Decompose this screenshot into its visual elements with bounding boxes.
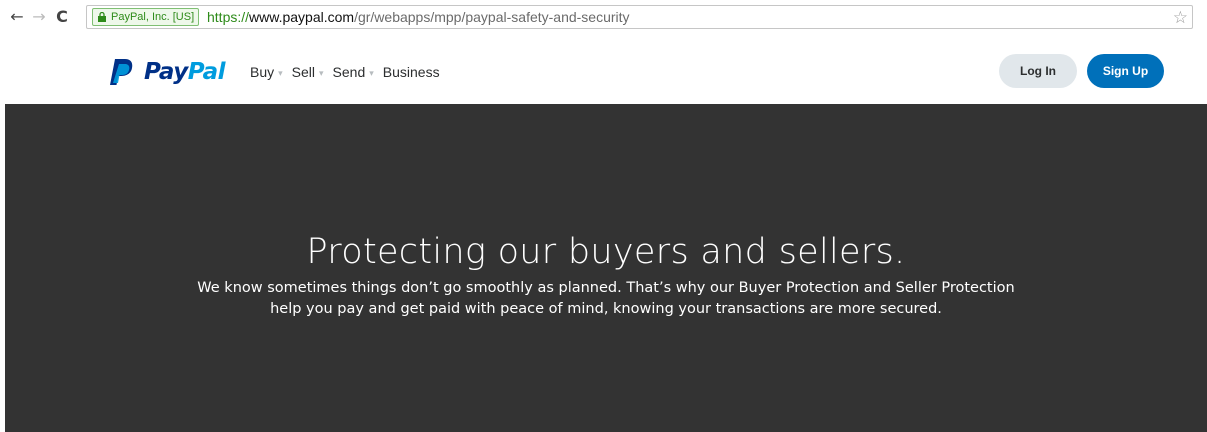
url-scheme: https:// [207,9,250,25]
ev-certificate-label: PayPal, Inc. [US] [111,11,195,23]
lock-icon [98,12,106,22]
login-button[interactable]: Log In [999,54,1077,88]
reload-icon[interactable]: C [53,7,71,27]
paypal-wordmark: PayPal [144,59,226,85]
main-nav: Buy ▾ Sell ▾ Send ▾ Business [250,64,440,80]
signup-button[interactable]: Sign Up [1087,54,1164,88]
hero-description: We know sometimes things don’t go smooth… [5,278,1207,320]
nav-item-buy[interactable]: Buy ▾ [250,64,286,80]
browser-toolbar: ← → C PayPal, Inc. [US] https://www.payp… [0,0,1207,36]
forward-arrow-icon[interactable]: → [30,7,48,27]
hero-title: Protecting our buyers and sellers. [306,232,906,272]
nav-item-label: Business [382,64,440,80]
url-path: /gr/webapps/mpp/paypal-safety-and-securi… [354,9,630,25]
address-bar[interactable]: PayPal, Inc. [US] https://www.paypal.com… [86,5,1193,29]
back-arrow-icon[interactable]: ← [8,7,26,27]
logo-pal-text: Pal [187,59,226,85]
hero-description-line-2: help you pay and get paid with peace of … [270,301,942,317]
nav-item-sell[interactable]: Sell ▾ [292,64,327,80]
url-text[interactable]: https://www.paypal.com/gr/webapps/mpp/pa… [207,9,630,26]
logo-pay-text: Pay [144,59,188,85]
url-host: www.paypal.com [249,9,355,25]
ev-certificate-badge[interactable]: PayPal, Inc. [US] [92,8,200,26]
nav-item-label: Sell [291,64,316,80]
nav-item-business[interactable]: Business [383,64,440,80]
nav-item-label: Buy [250,64,275,80]
bookmark-star-icon[interactable]: ☆ [1173,8,1188,28]
paypal-p-icon [110,59,133,85]
paypal-logo[interactable]: PayPal [108,56,226,88]
hero-banner: Protecting our buyers and sellers. We kn… [5,104,1207,432]
chevron-down-icon: ▾ [278,67,283,78]
nav-item-label: Send [332,64,366,80]
nav-item-send[interactable]: Send ▾ [333,64,377,80]
hero-description-line-1: We know sometimes things don’t go smooth… [197,280,1015,296]
chevron-down-icon: ▾ [369,67,374,78]
chevron-down-icon: ▾ [319,67,324,78]
site-header: PayPal Buy ▾ Sell ▾ Send ▾ Business Log … [0,36,1207,104]
